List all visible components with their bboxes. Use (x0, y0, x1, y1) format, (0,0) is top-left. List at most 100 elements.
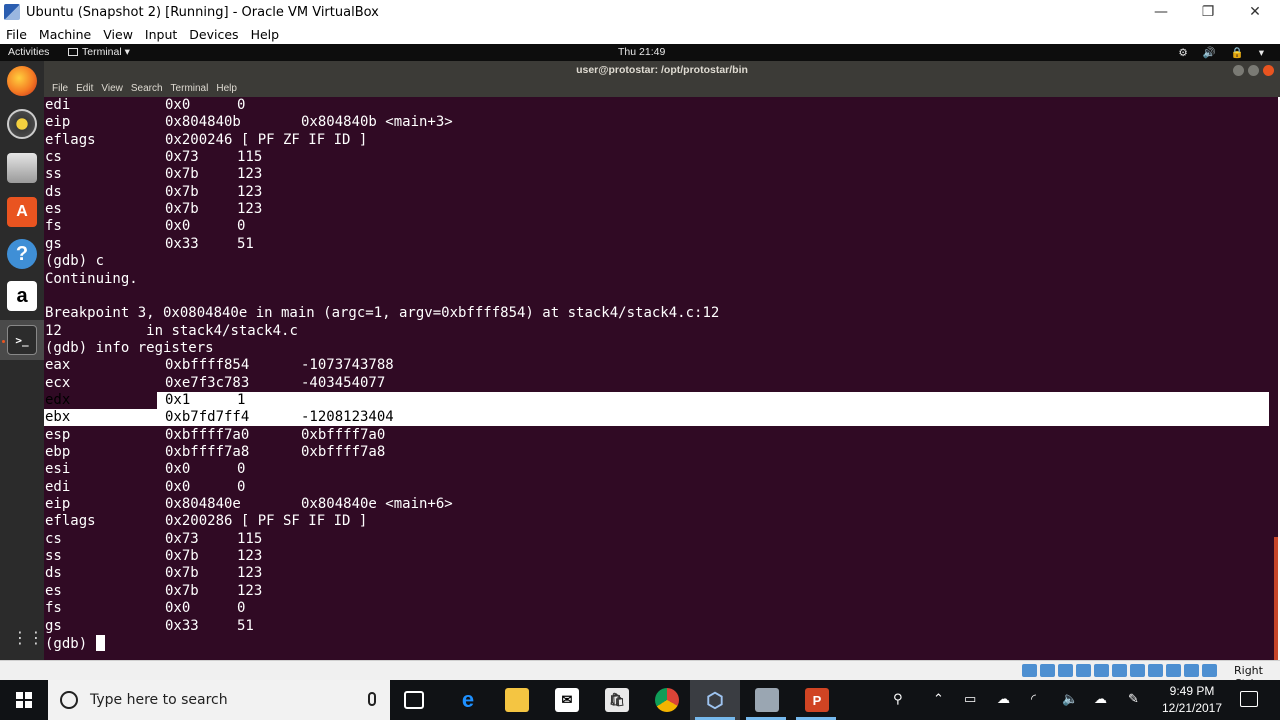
terminal-text: (gdb) info registers (45, 339, 214, 356)
terminal-line: edi 0x0 0 (45, 97, 245, 114)
onedrive-icon[interactable]: ☁ (997, 692, 1010, 707)
terminal-menu-search[interactable]: Search (127, 83, 167, 94)
powerpoint-icon[interactable]: P (805, 688, 829, 712)
start-button[interactable] (0, 680, 48, 720)
terminal-menu-file[interactable]: File (48, 83, 72, 94)
task-view-icon[interactable] (404, 691, 424, 709)
register-hex-value: 0x7b (165, 548, 199, 565)
register-hex-value: 0xbffff7a0 (165, 426, 250, 443)
menu-devices[interactable]: Devices (183, 27, 244, 42)
menu-input[interactable]: Input (139, 27, 183, 42)
gdb-prompt-line[interactable]: (gdb) (45, 634, 105, 652)
terminal-line: edx 0x1 1 (45, 392, 245, 409)
terminal-dock-icon[interactable]: >_ (7, 325, 37, 355)
register-name: edi (45, 478, 71, 495)
menu-machine[interactable]: Machine (33, 27, 97, 42)
scrollbar-thumb[interactable] (1274, 537, 1278, 660)
register-hex-value: 0x0 (165, 97, 191, 113)
terminal-minimize-button[interactable] (1233, 65, 1244, 76)
activities-button[interactable]: Activities (8, 46, 49, 58)
register-hex-value: 0x33 (165, 617, 199, 634)
terminal-menu-help[interactable]: Help (212, 83, 241, 94)
show-hidden-icons[interactable]: ⌃ (933, 692, 944, 707)
panel-clock[interactable]: Thu 21:49 (618, 46, 665, 58)
terminal-line: ss 0x7b 123 (45, 548, 262, 565)
rhythmbox-icon[interactable] (7, 109, 37, 139)
people-icon[interactable]: ⚲ (893, 692, 903, 707)
help-icon[interactable]: ? (7, 239, 37, 269)
terminal-line: fs 0x0 0 (45, 218, 245, 235)
battery-icon[interactable]: ▭ (964, 692, 976, 707)
system-tray-menu[interactable]: ⚙ 🔊 🔒 ▾ (1178, 46, 1270, 59)
optical-drive-icon[interactable] (1040, 664, 1055, 677)
ubuntu-dock: A ? a >_ ⋮⋮⋮ (0, 61, 60, 660)
register-name: ss (45, 166, 62, 183)
cpu-icon[interactable] (1166, 664, 1181, 677)
terminal-maximize-button[interactable] (1248, 65, 1259, 76)
shared-folders-icon[interactable] (1112, 664, 1127, 677)
virtualbox-menu-bar: File Machine View Input Devices Help (0, 24, 1280, 44)
register-name: ebp (45, 444, 71, 460)
wifi-icon[interactable]: ◜ (1031, 692, 1036, 707)
files-icon[interactable] (7, 153, 37, 183)
register-hex-value: 0x1 (165, 391, 191, 408)
terminal-line: 12 in stack4/stack4.c (45, 323, 298, 340)
file-explorer-icon[interactable] (505, 688, 529, 712)
firefox-icon[interactable] (7, 66, 37, 96)
register-name: esi (45, 461, 71, 478)
virtualbox-manager-icon[interactable] (755, 688, 779, 712)
close-button[interactable]: ✕ (1232, 0, 1278, 24)
terminal-menu-edit[interactable]: Edit (72, 83, 97, 94)
menu-help[interactable]: Help (245, 27, 286, 42)
app-menu-terminal[interactable]: Terminal ▾ (68, 46, 130, 58)
microphone-icon[interactable] (368, 692, 376, 706)
action-center-icon[interactable] (1240, 691, 1258, 707)
terminal-title-bar: user@protostar: /opt/protostar/bin (44, 61, 1280, 80)
taskbar-search-box[interactable]: Type here to search (48, 680, 390, 720)
terminal-menu-terminal[interactable]: Terminal (167, 83, 213, 94)
terminal-line: (gdb) c (45, 253, 104, 270)
register-natural-value: 51 (237, 235, 254, 252)
register-hex-value: 0xe7f3c783 (165, 374, 250, 391)
terminal-output[interactable]: edi 0x0 0 eip 0x804840b 0x804840b <main+3> efl… (44, 97, 1278, 660)
edge-icon[interactable]: e (456, 687, 480, 712)
register-hex-value: 0x7b (165, 183, 199, 200)
terminal-text: Breakpoint 3, 0x0804840e in main (argc=1… (45, 305, 720, 322)
menu-view[interactable]: View (97, 27, 139, 42)
usb-icon[interactable] (1094, 664, 1109, 677)
audio-icon[interactable] (1058, 664, 1073, 677)
clock-date: 12/21/2017 (1161, 701, 1223, 715)
register-hex-value: 0x804840b (165, 114, 241, 131)
network-icon[interactable] (1076, 664, 1091, 677)
terminal-line: ds 0x7b 123 (45, 184, 262, 201)
software-center-icon[interactable]: A (7, 197, 37, 227)
hard-disk-icon[interactable] (1022, 664, 1037, 677)
virtualbox-taskbar-icon[interactable]: ⬡ (703, 688, 727, 712)
text-cursor (95, 634, 105, 651)
taskbar-clock[interactable]: 9:49 PM 12/21/2017 (1152, 683, 1232, 717)
show-applications-icon[interactable]: ⋮⋮⋮ (12, 628, 60, 648)
video-capture-icon[interactable] (1148, 664, 1163, 677)
register-name: ss (45, 548, 62, 565)
register-natural-value: 0xbffff7a8 (301, 444, 386, 460)
chrome-icon[interactable] (655, 688, 679, 712)
mouse-integration-icon[interactable] (1184, 664, 1199, 677)
terminal-close-button[interactable] (1263, 65, 1274, 76)
mail-icon[interactable]: ✉ (555, 688, 579, 712)
register-natural-value: 1 (237, 391, 246, 408)
amazon-icon[interactable]: a (7, 281, 37, 311)
terminal-menu-view[interactable]: View (97, 83, 127, 94)
register-name: eax (45, 357, 71, 374)
store-icon[interactable]: 🛍 (605, 688, 629, 712)
cloud-upload-icon[interactable]: ☁ (1094, 692, 1107, 707)
selection-highlight (157, 392, 1269, 410)
pen-icon[interactable]: ✎ (1128, 692, 1139, 707)
ubuntu-top-panel: Activities Terminal ▾ Thu 21:49 ⚙ 🔊 🔒 ▾ (0, 44, 1280, 61)
menu-file[interactable]: File (0, 27, 33, 42)
display-icon[interactable] (1130, 664, 1145, 677)
minimize-button[interactable]: — (1138, 0, 1184, 24)
keyboard-icon[interactable] (1202, 664, 1217, 677)
restore-button[interactable]: ❐ (1185, 0, 1231, 24)
volume-icon[interactable]: 🔈 (1062, 692, 1078, 707)
register-name: eip (45, 496, 71, 513)
